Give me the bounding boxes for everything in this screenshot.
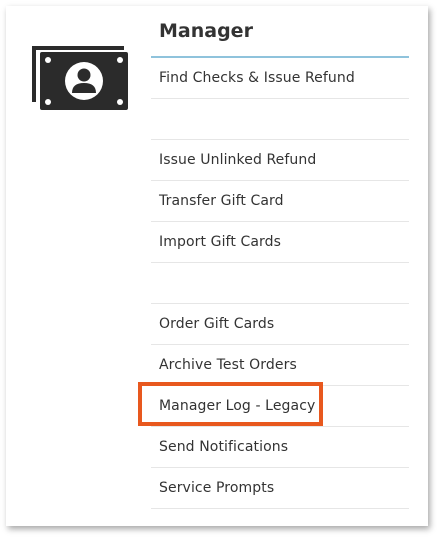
menu-item-transfer-gift-card[interactable]: Transfer Gift Card: [151, 181, 409, 222]
menu-item-find-checks[interactable]: Find Checks & Issue Refund: [151, 58, 409, 99]
menu-item-blank: [151, 99, 409, 140]
manager-menu: Find Checks & Issue Refund Issue Unlinke…: [151, 58, 409, 509]
manager-panel: Manager Find Checks & Issue Refund Issue…: [151, 6, 409, 509]
menu-item-issue-unlinked-refund[interactable]: Issue Unlinked Refund: [151, 140, 409, 181]
menu-item-order-gift-cards[interactable]: Order Gift Cards: [151, 304, 409, 345]
menu-item-archive-test-orders[interactable]: Archive Test Orders: [151, 345, 409, 386]
menu-item-blank: [151, 263, 409, 304]
manager-card: Manager Find Checks & Issue Refund Issue…: [6, 6, 428, 526]
highlight-box: [138, 382, 323, 426]
menu-item-import-gift-cards[interactable]: Import Gift Cards: [151, 222, 409, 263]
menu-item-send-notifications[interactable]: Send Notifications: [151, 427, 409, 468]
menu-item-service-prompts[interactable]: Service Prompts: [151, 468, 409, 509]
cash-person-icon: [32, 44, 132, 114]
panel-title: Manager: [151, 6, 409, 58]
